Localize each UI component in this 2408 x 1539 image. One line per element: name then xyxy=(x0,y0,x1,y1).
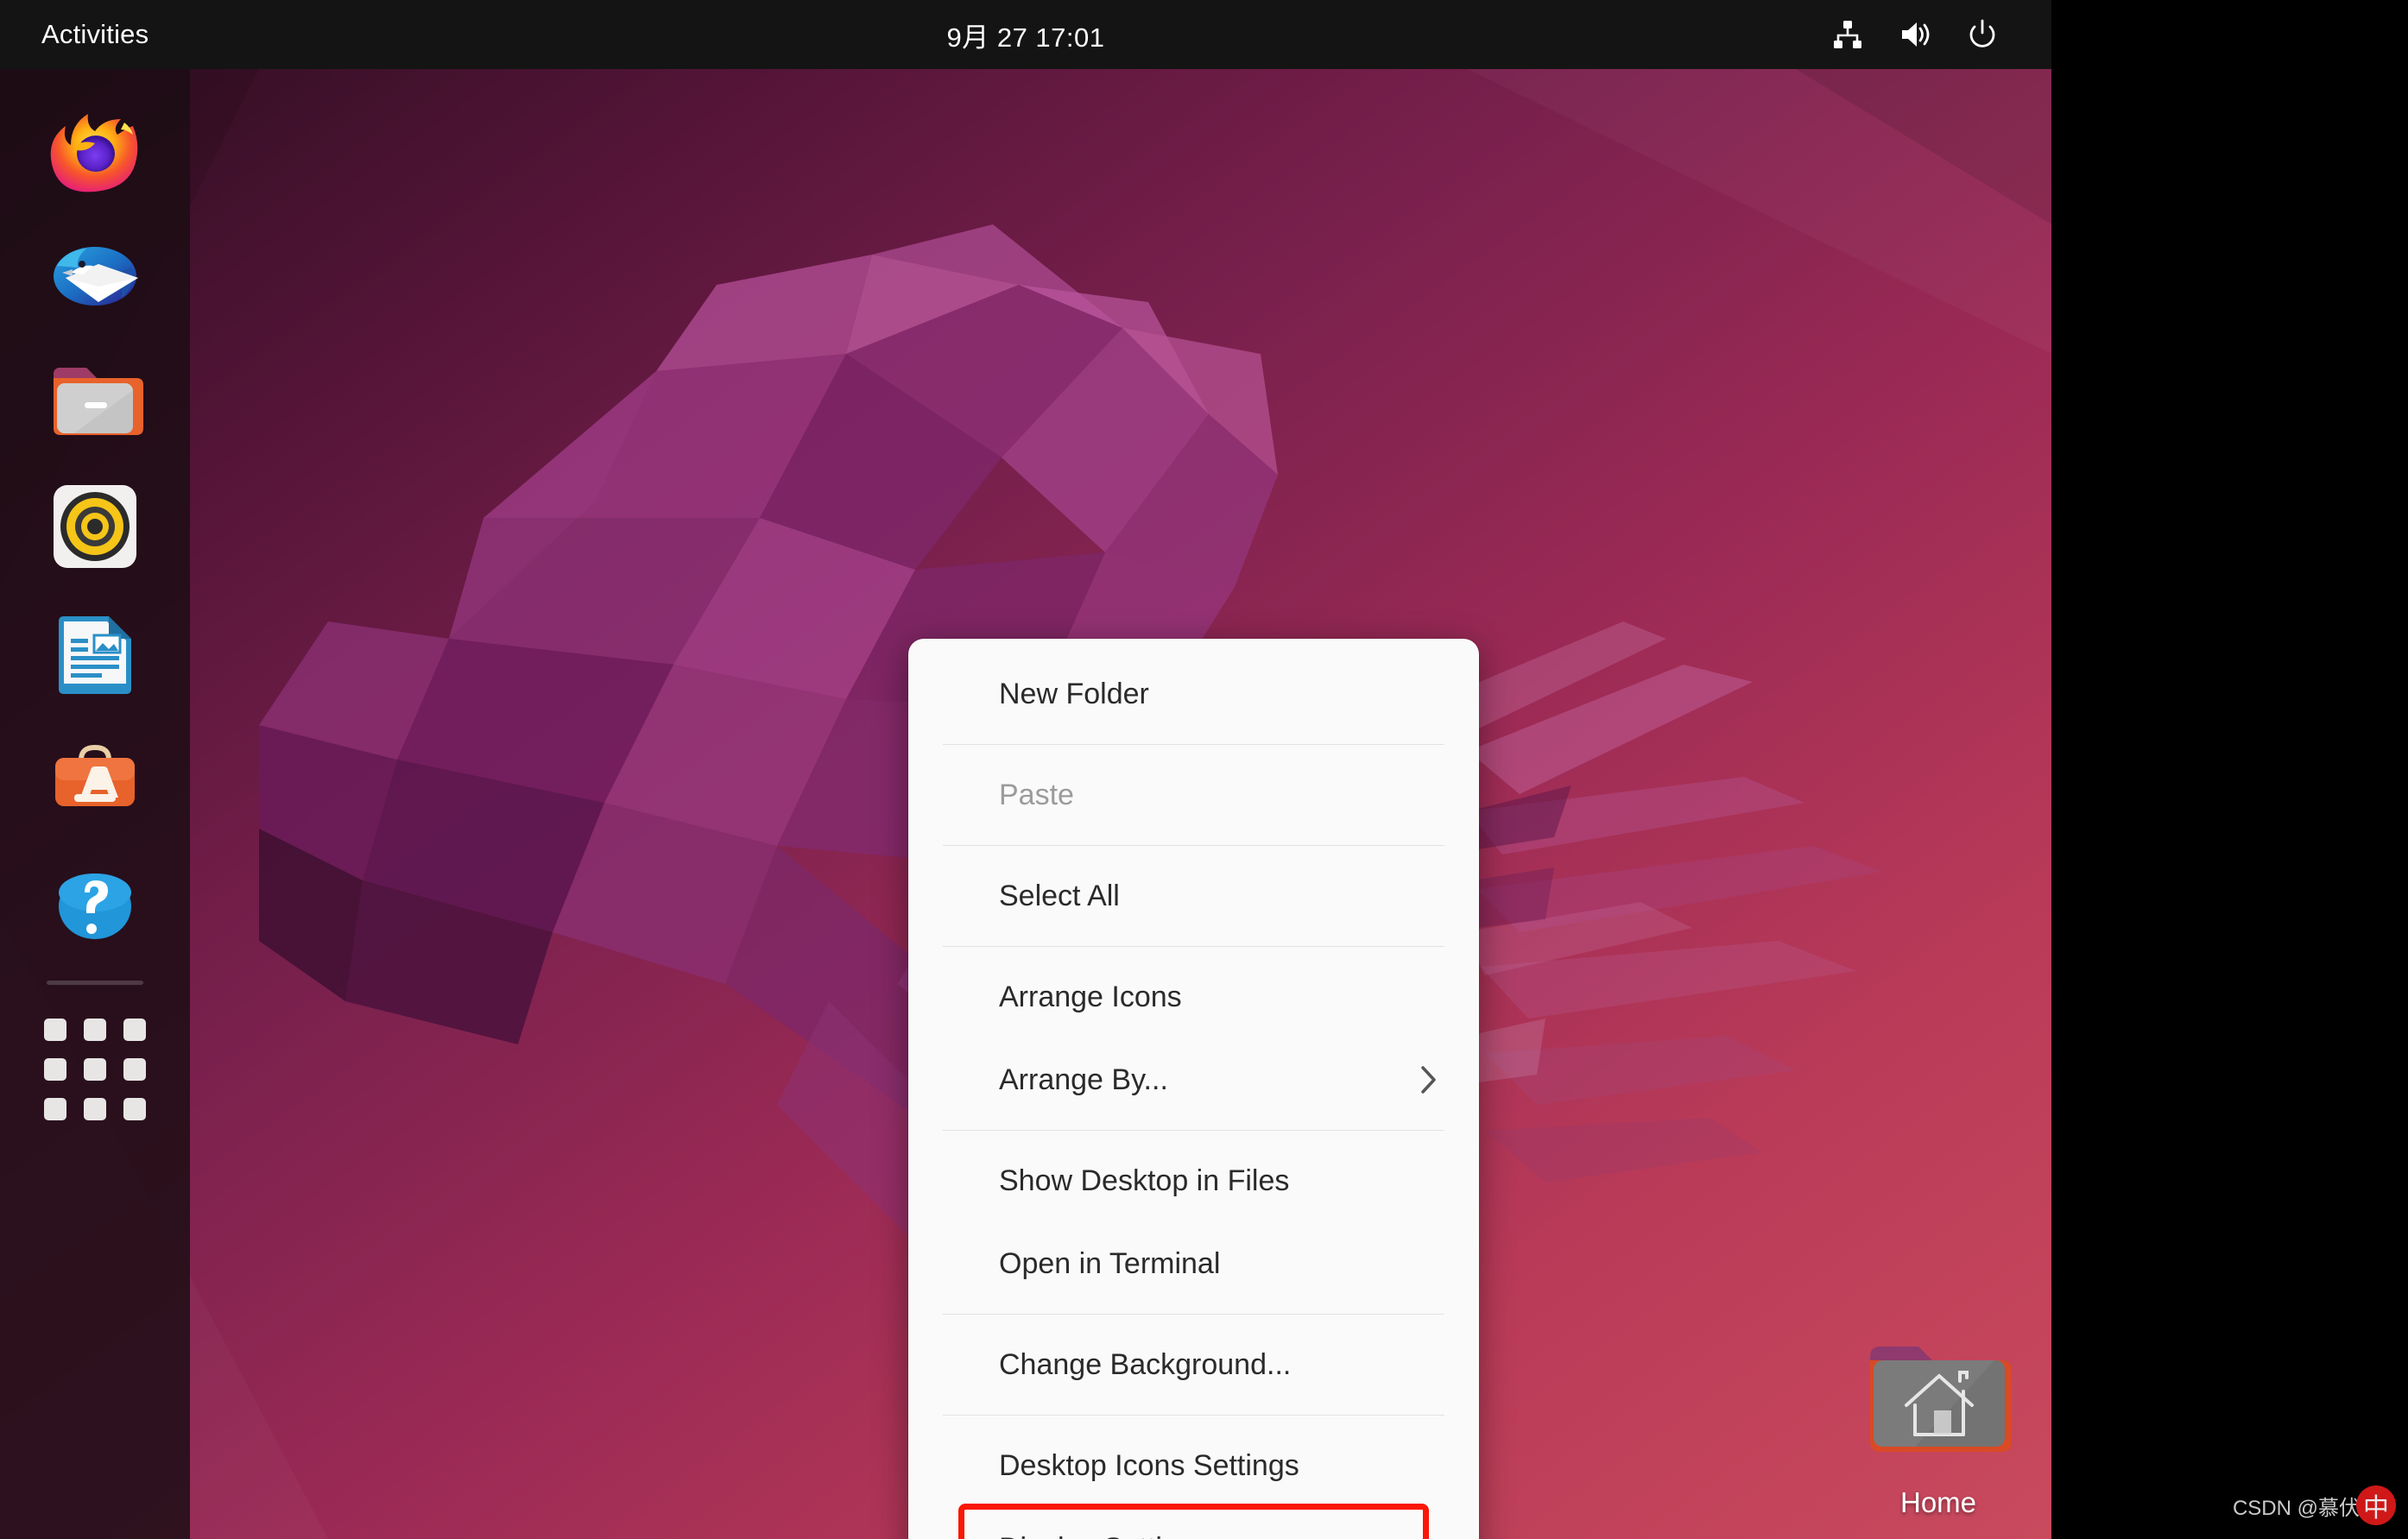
menu-item-paste: Paste xyxy=(908,754,1479,836)
app-grid-dot xyxy=(84,1098,106,1120)
top-bar: 9月 27 17:01 Activities xyxy=(0,0,2051,69)
dock-item-rhythmbox[interactable] xyxy=(38,470,152,583)
app-grid-dot xyxy=(44,1058,66,1081)
menu-item-label: Select All xyxy=(999,879,1120,912)
volume-icon[interactable] xyxy=(1898,17,1932,52)
app-grid-dot xyxy=(44,1098,66,1120)
menu-item-label: Show Desktop in Files xyxy=(999,1164,1290,1197)
menu-separator xyxy=(943,1314,1444,1315)
desktop-context-menu[interactable]: New Folder Paste Select All Arrange Icon… xyxy=(908,639,1479,1539)
menu-separator xyxy=(943,946,1444,947)
menu-item-select-all[interactable]: Select All xyxy=(908,855,1479,937)
help-icon xyxy=(59,874,131,939)
ubuntu-software-icon xyxy=(55,744,135,806)
menu-item-arrange-icons[interactable]: Arrange Icons xyxy=(908,956,1479,1038)
dock-item-thunderbird[interactable] xyxy=(38,218,152,331)
rhythmbox-icon xyxy=(54,485,136,568)
menu-separator xyxy=(943,1415,1444,1416)
menu-separator xyxy=(943,1130,1444,1131)
menu-item-label: Paste xyxy=(999,778,1074,811)
menu-item-show-desktop-in-files[interactable]: Show Desktop in Files xyxy=(908,1139,1479,1222)
network-icon[interactable] xyxy=(1830,17,1865,52)
menu-item-label: New Folder xyxy=(999,677,1149,710)
firefox-icon xyxy=(50,114,138,192)
system-tray[interactable] xyxy=(1830,0,2000,69)
menu-item-desktop-icons-settings[interactable]: Desktop Icons Settings xyxy=(908,1424,1479,1507)
menu-item-label: Arrange Icons xyxy=(999,980,1182,1013)
home-folder-icon xyxy=(1870,1347,2012,1452)
power-icon[interactable] xyxy=(1965,17,2000,52)
libreoffice-writer-icon xyxy=(59,616,131,694)
menu-item-label: Open in Terminal xyxy=(999,1246,1221,1280)
dock-item-firefox[interactable] xyxy=(38,91,152,205)
menu-item-label: Desktop Icons Settings xyxy=(999,1448,1299,1482)
app-grid-dot xyxy=(84,1019,106,1041)
watermark: CSDN @慕伏白 中 xyxy=(2233,1485,2396,1525)
menu-item-open-in-terminal[interactable]: Open in Terminal xyxy=(908,1222,1479,1305)
dock[interactable] xyxy=(0,69,190,1539)
menu-item-change-background[interactable]: Change Background... xyxy=(908,1323,1479,1406)
app-grid-dot xyxy=(44,1019,66,1041)
dock-divider xyxy=(47,981,143,985)
clock-datetime[interactable]: 9月 27 17:01 xyxy=(0,0,2051,69)
dock-item-ubuntu-software[interactable] xyxy=(38,722,152,836)
activities-button[interactable]: Activities xyxy=(41,0,149,69)
files-folder-icon xyxy=(54,368,143,435)
show-applications-button[interactable] xyxy=(38,1012,152,1126)
menu-item-label: Arrange By... xyxy=(999,1063,1168,1096)
app-grid-dot xyxy=(123,1019,146,1041)
app-grid-dot xyxy=(123,1098,146,1120)
menu-item-arrange-by[interactable]: Arrange By... xyxy=(908,1038,1479,1121)
menu-item-display-settings[interactable]: Display Settings xyxy=(958,1504,1429,1539)
dock-item-help[interactable] xyxy=(38,848,152,962)
chevron-right-icon xyxy=(1421,1066,1436,1094)
menu-separator xyxy=(943,744,1444,745)
thunderbird-icon xyxy=(54,247,138,306)
menu-separator xyxy=(943,845,1444,846)
dock-item-libreoffice-writer[interactable] xyxy=(38,596,152,710)
ime-indicator-badge: 中 xyxy=(2356,1485,2396,1525)
dock-item-files[interactable] xyxy=(38,344,152,457)
desktop-icon-label: Home xyxy=(1899,1486,1977,1518)
menu-item-new-folder[interactable]: New Folder xyxy=(908,653,1479,735)
screen: Home New Folder Paste Select All Arrange… xyxy=(0,0,2408,1539)
menu-item-label: Change Background... xyxy=(999,1347,1292,1381)
app-grid-dot xyxy=(123,1058,146,1081)
desktop-wallpaper[interactable]: Home New Folder Paste Select All Arrange… xyxy=(0,69,2051,1539)
app-grid-dot xyxy=(84,1058,106,1081)
desktop-icon-home[interactable]: Home xyxy=(1822,1338,2051,1519)
menu-item-label: Display Settings xyxy=(999,1532,1210,1539)
